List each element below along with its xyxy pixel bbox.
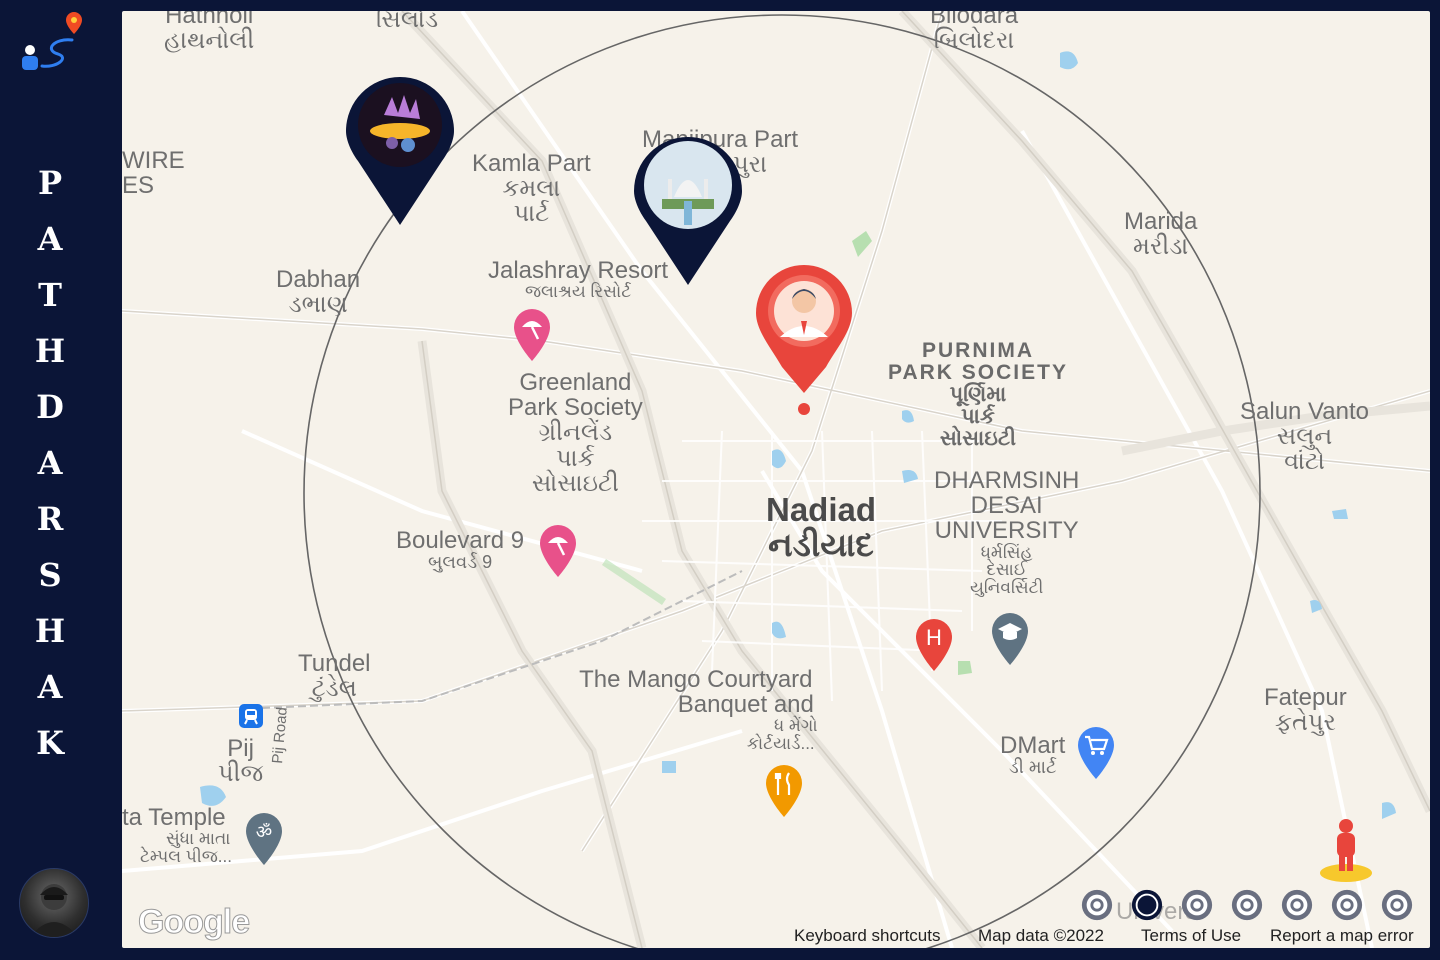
app-title-letter: H [34, 332, 66, 370]
report-map-error-link[interactable]: Report a map error [1270, 926, 1414, 946]
svg-text:ॐ: ॐ [256, 822, 272, 843]
street-view-pegman-icon[interactable] [1318, 817, 1374, 883]
svg-text:H: H [926, 625, 942, 650]
terms-of-use-link[interactable]: Terms of Use [1141, 926, 1241, 946]
app-title-letter: A [37, 444, 63, 482]
map-canvas[interactable]: Hathnoli હાથનોલી સિલોડ Bilodara બિલોદરા WI… [122, 11, 1430, 948]
hospital-marker-icon[interactable]: H [914, 617, 954, 673]
shopping-marker-icon[interactable] [1076, 725, 1116, 781]
carousel-dot[interactable] [1230, 888, 1264, 922]
resort-marker-icon[interactable] [512, 307, 552, 363]
carousel-dot-active[interactable] [1130, 888, 1164, 922]
place-label: Boulevard 9 બુલવર્ડ 9 [396, 527, 525, 573]
place-label: Pij પીજ [218, 735, 264, 788]
logo-icon[interactable] [14, 10, 94, 74]
university-marker-icon[interactable] [990, 611, 1030, 667]
user-location-pin[interactable] [754, 263, 854, 421]
carousel-dot[interactable] [1180, 888, 1214, 922]
custom-location-pin[interactable] [632, 135, 744, 287]
app-title-letter: A [37, 668, 63, 706]
temple-marker-icon[interactable]: ॐ [244, 811, 284, 867]
carousel-dot[interactable] [1380, 888, 1414, 922]
place-label: Marida મરીડા [1124, 208, 1198, 261]
custom-location-pin[interactable] [344, 75, 456, 227]
app-title-letter: T [38, 276, 62, 314]
place-label: DHARMSINH DESAI UNIVERSITY ધર્મસિંહ દેસાઈ … [934, 467, 1080, 598]
place-label: ta Temple સુંધા માતા ટેમ્પલ પીજ... [122, 804, 232, 867]
place-label: Kamla Part કમલા પાર્ટ [472, 150, 591, 228]
place-label: WIRE ES [122, 147, 185, 200]
keyboard-shortcuts-link[interactable]: Keyboard shortcuts [794, 926, 940, 946]
place-label: Bilodara બિલોદરા [930, 11, 1019, 55]
place-label: PURNIMA PARK SOCIETY પૂર્ણિમા પાર્ક સોસાઇટી [888, 339, 1068, 451]
place-label: Fatepur ફતેપુર [1264, 684, 1347, 737]
map-data-text: Map data ©2022 [978, 926, 1104, 945]
app-title-letter: A [37, 220, 63, 258]
place-label: Greenland Park Society ગ્રીનલેંડ પાર્ક સોસા… [508, 369, 643, 497]
place-label: DMart ડી માર્ટ [1000, 732, 1066, 778]
restaurant-marker-icon[interactable] [764, 763, 804, 819]
resort-marker-icon[interactable] [538, 523, 578, 579]
carousel-dot[interactable] [1330, 888, 1364, 922]
carousel-dot[interactable] [1080, 888, 1114, 922]
app-title-letter: P [37, 164, 63, 202]
place-label: Hathnoli હાથનોલી [164, 11, 255, 55]
user-avatar[interactable] [19, 868, 89, 938]
place-label: Dabhan ડભાણ [276, 266, 361, 319]
train-station-icon[interactable] [238, 703, 264, 729]
app-title-letter: H [34, 612, 66, 650]
app-title-letter: D [36, 388, 64, 426]
app-title-letter: R [36, 500, 64, 538]
carousel-dot[interactable] [1280, 888, 1314, 922]
place-label: સિલોડ [376, 11, 439, 33]
city-label: Nadiad નડીયાદ [766, 491, 877, 563]
place-label: The Mango Courtyard Banquet and ધ મેંગો કો… [579, 666, 818, 754]
app-title-letter: S [38, 556, 62, 594]
app-title-letter: K [36, 724, 64, 762]
place-label: Tundel ટુંડેલ [298, 650, 371, 703]
sidebar: PATHDARSHAK [0, 0, 112, 960]
place-label: Salun Vanto સલુન વાંટો [1240, 398, 1369, 476]
google-logo: Google [137, 903, 250, 942]
